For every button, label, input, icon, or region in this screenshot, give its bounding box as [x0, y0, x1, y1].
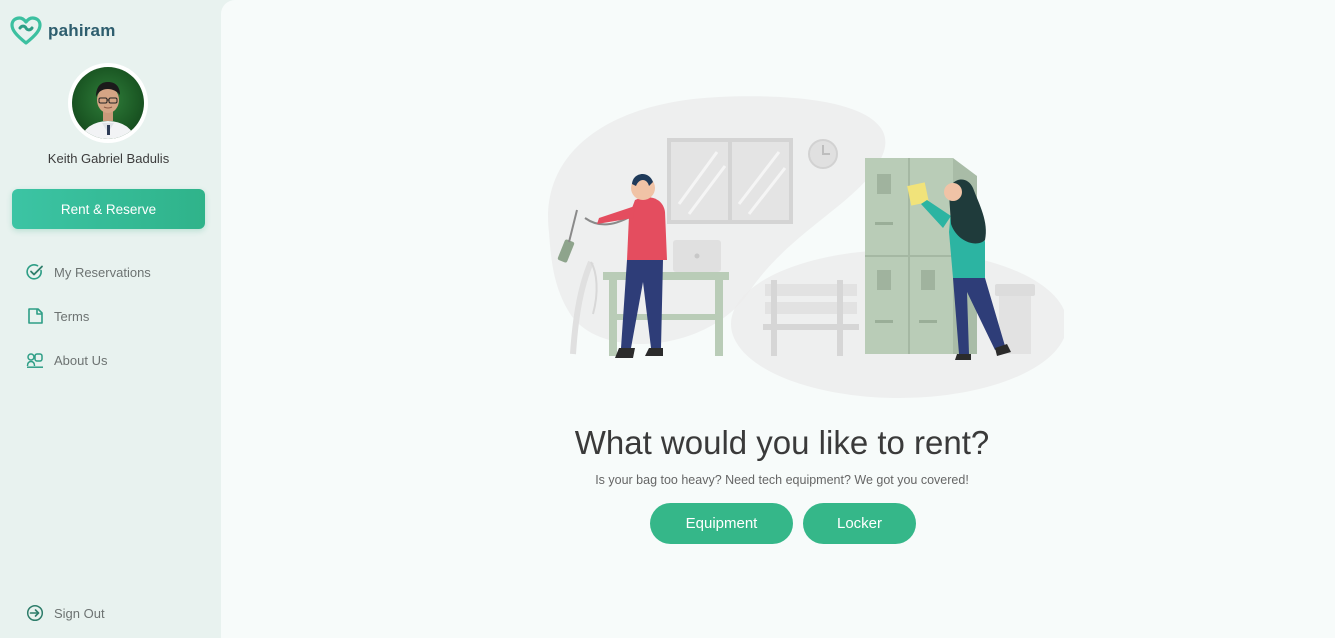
sidebar: pahiram Keith Gabriel Badulis Rent & Res… — [0, 0, 221, 638]
nav-label-my-reservations: My Reservations — [54, 264, 151, 280]
check-icon — [26, 263, 44, 281]
nav-label-terms: Terms — [54, 308, 90, 324]
sign-out-icon — [26, 604, 44, 622]
avatar-photo — [72, 67, 144, 139]
equipment-button[interactable]: Equipment — [650, 503, 793, 544]
avatar[interactable] — [68, 63, 148, 143]
heart-logo-icon — [10, 16, 42, 45]
page-subline: Is your bag too heavy? Need tech equipme… — [595, 473, 969, 487]
locker-button[interactable]: Locker — [803, 503, 916, 544]
rental-illustration — [548, 96, 1064, 398]
document-icon — [26, 307, 44, 325]
rent-reserve-button[interactable]: Rent & Reserve — [12, 189, 205, 229]
brand-logo[interactable]: pahiram — [10, 16, 116, 46]
user-name: Keith Gabriel Badulis — [47, 151, 170, 166]
main-content: What would you like to rent? Is your bag… — [221, 0, 1335, 638]
nav-label-about-us: About Us — [54, 352, 108, 368]
nav-item-terms[interactable]: Terms — [26, 307, 89, 325]
sign-out-label: Sign Out — [54, 605, 105, 621]
page-headline: What would you like to rent? — [574, 424, 990, 461]
nav-item-about-us[interactable]: About Us — [26, 351, 107, 369]
sign-out-button[interactable]: Sign Out — [26, 604, 105, 622]
brand-name: pahiram — [48, 21, 116, 40]
nav-item-my-reservations[interactable]: My Reservations — [26, 263, 151, 281]
team-icon — [26, 351, 44, 369]
